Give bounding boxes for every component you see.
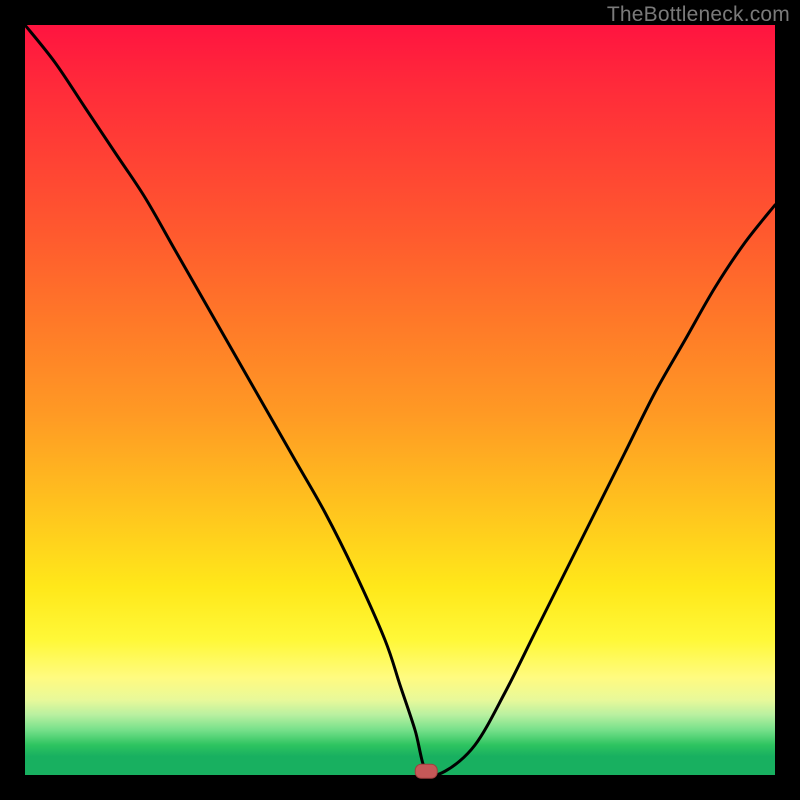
minimum-marker xyxy=(415,764,437,778)
bottleneck-curve xyxy=(25,25,775,776)
chart-frame: TheBottleneck.com xyxy=(0,0,800,800)
watermark-text: TheBottleneck.com xyxy=(607,3,790,27)
chart-svg xyxy=(25,25,775,775)
plot-area xyxy=(25,25,775,775)
